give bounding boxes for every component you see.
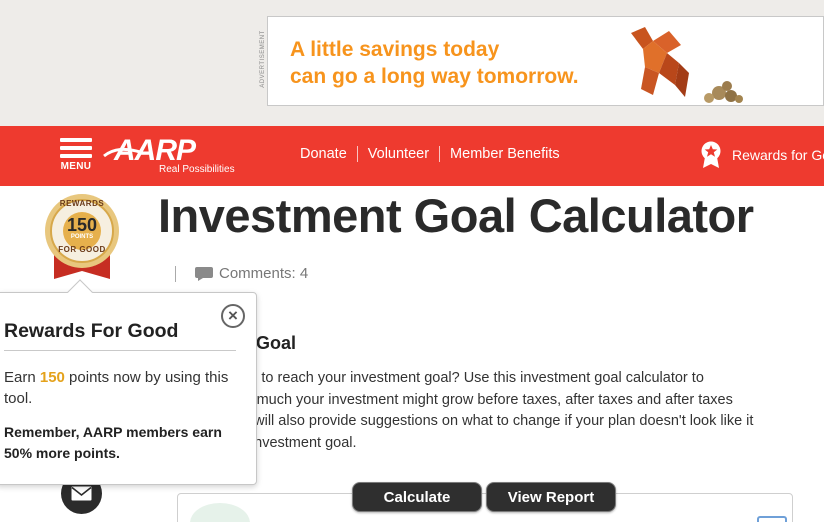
calculator-checkbox[interactable] (757, 516, 787, 522)
popover-divider (4, 350, 236, 351)
rewards-ribbon-icon (701, 141, 721, 168)
popover-member-note: Remember, AARP members earn 50% more poi… (4, 424, 222, 461)
top-nav: MENU AARP Real Possibilities Donate Volu… (0, 126, 824, 186)
ad-headline: A little savings today can go a long way… (290, 38, 579, 88)
intro-line: ow much your investment might grow befor… (234, 391, 733, 408)
intro-line: . It will also provide suggestions on wh… (234, 413, 754, 429)
hamburger-bar (60, 146, 92, 150)
origami-squirrel-icon (631, 27, 743, 103)
popover-earn-text: Earn 150 points now by using this tool. (4, 367, 234, 409)
view-report-button[interactable]: View Report (486, 482, 616, 512)
aarp-logo[interactable]: AARP Real Possibilities (102, 134, 244, 180)
logo-wordmark: AARP (114, 134, 196, 167)
comments-link[interactable]: Comments: 4 (175, 265, 308, 282)
popover-title: Rewards For Good (4, 320, 179, 342)
nav-links: Donate Volunteer Member Benefits (300, 146, 560, 162)
rewards-for-good-link[interactable]: Rewards for Good (700, 141, 824, 169)
intro-paragraph: ake to reach your investment goal? Use t… (234, 368, 814, 454)
hamburger-bar (60, 154, 92, 158)
meta-divider (175, 265, 176, 282)
close-icon[interactable]: × (221, 304, 245, 328)
nav-link-volunteer[interactable]: Volunteer (368, 146, 429, 162)
earn-points: 150 (39, 369, 65, 386)
logo-tagline: Real Possibilities (159, 164, 235, 175)
calculator-panel (177, 493, 793, 522)
mail-icon (71, 486, 92, 501)
rewards-popover: × Rewards For Good Earn 150 points now b… (0, 279, 257, 485)
ad-banner[interactable]: A little savings today can go a long way… (267, 16, 824, 106)
badge-bottom-text: FOR GOOD (58, 245, 106, 254)
intro-line: ur investment goal. (234, 434, 357, 451)
nav-link-donate[interactable]: Donate (300, 146, 347, 162)
menu-button[interactable]: MENU (60, 138, 92, 174)
nav-divider (439, 146, 441, 162)
comments-count: Comments: 4 (219, 265, 309, 282)
badge-points-unit: POINTS (70, 234, 94, 240)
comment-icon (195, 266, 213, 281)
earn-prefix: Earn (4, 369, 40, 386)
popover-arrow (67, 279, 93, 305)
nav-divider (356, 146, 358, 162)
nav-link-member-benefits[interactable]: Member Benefits (450, 146, 560, 162)
rewards-badge[interactable]: REWARDS 150 POINTS FOR GOOD (44, 193, 120, 283)
intro-line: ake to reach your investment goal? Use t… (234, 370, 704, 386)
page: ADVERTISEMENT A little savings today can… (0, 0, 824, 522)
page-title: Investment Goal Calculator (158, 189, 754, 242)
rewards-link-label: Rewards for Good (732, 147, 824, 163)
hamburger-icon (60, 138, 92, 142)
menu-label: MENU (60, 161, 92, 172)
badge-points: 150 (66, 215, 98, 235)
ad-band: ADVERTISEMENT A little savings today can… (0, 0, 824, 126)
calculate-button[interactable]: Calculate (352, 482, 482, 512)
badge-top-text: REWARDS (59, 199, 105, 208)
